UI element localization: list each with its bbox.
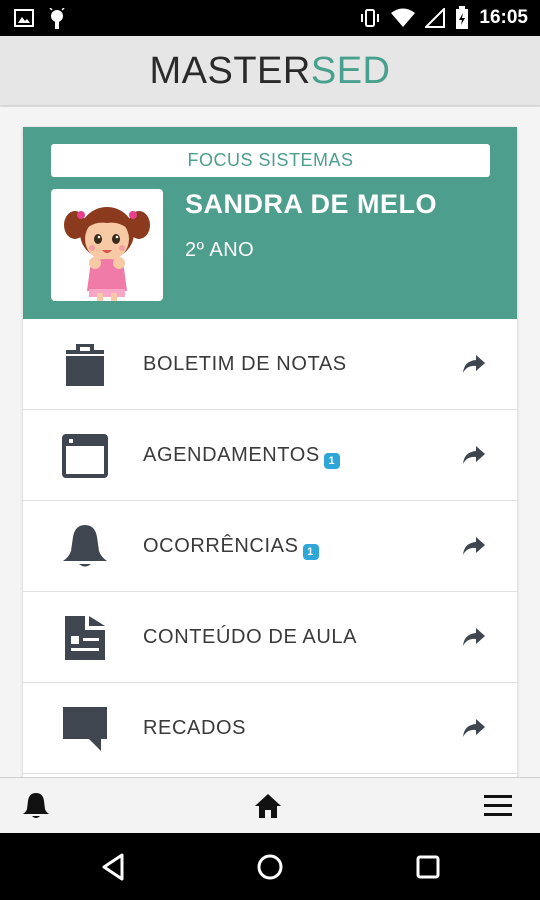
menu-item-label: RECADOS <box>143 683 246 774</box>
app-title-part1: MASTER <box>149 50 311 92</box>
app-title-part2: SED <box>310 50 391 92</box>
bottom-nav <box>0 777 540 833</box>
share-arrow-icon <box>461 717 487 739</box>
signal-icon <box>425 8 446 28</box>
share-arrow-icon <box>461 353 487 375</box>
menu-item-label-text: CONTEÚDO DE AULA <box>143 626 358 648</box>
student-grade: 2º ANO <box>185 239 255 261</box>
home-circle-icon[interactable] <box>254 851 286 883</box>
app-title: MASTERSED <box>0 36 540 106</box>
back-icon[interactable] <box>98 851 130 883</box>
share-arrow-icon <box>461 444 487 466</box>
menu-item-ocorrencias[interactable]: OCORRÊNCIAS 1 <box>23 501 517 592</box>
menu-item-recados[interactable]: RECADOS <box>23 683 517 774</box>
menu-item-label-text: AGENDAMENTOS <box>143 444 320 466</box>
app-header: MASTERSED <box>0 36 540 106</box>
menu-item-label-text: RECADOS <box>143 717 247 739</box>
menu-item-label: BOLETIM DE NOTAS <box>143 319 347 410</box>
battery-icon <box>455 6 469 30</box>
vibrate-icon <box>359 7 381 29</box>
image-icon <box>14 8 34 30</box>
notification-badge: 1 <box>302 543 319 560</box>
menu-item-label: AGENDAMENTOS 1 <box>143 410 340 501</box>
calendar-window-icon <box>61 432 109 480</box>
wifi-icon <box>391 8 416 28</box>
content-area[interactable]: FOCUS SISTEMAS SANDRA DE MELO 2º ANO BOL… <box>0 107 540 777</box>
menu-item-label: OCORRÊNCIAS 1 <box>143 501 319 592</box>
girl-avatar-icon[interactable] <box>51 189 163 301</box>
share-arrow-icon <box>461 626 487 648</box>
bell-icon <box>61 523 109 571</box>
bell-icon[interactable] <box>20 790 52 822</box>
share-arrow-icon <box>461 535 487 557</box>
student-card: FOCUS SISTEMAS SANDRA DE MELO 2º ANO BOL… <box>23 127 517 777</box>
school-name: FOCUS SISTEMAS <box>51 144 490 177</box>
home-icon[interactable] <box>252 790 284 822</box>
menu-item-label-text: BOLETIM DE NOTAS <box>143 353 347 375</box>
menu-item-conteudo[interactable]: CONTEÚDO DE AULA <box>23 592 517 683</box>
notification-badge: 1 <box>323 452 340 469</box>
main-menu: BOLETIM DE NOTAS AGENDAMENTOS 1 OCORRÊNC… <box>23 319 517 774</box>
status-bar: 16:05 <box>0 0 540 36</box>
document-icon <box>61 614 109 662</box>
menu-item-agendamentos[interactable]: AGENDAMENTOS 1 <box>23 410 517 501</box>
android-icon <box>48 8 66 30</box>
system-nav <box>0 833 540 900</box>
clock: 16:05 <box>479 7 528 28</box>
menu-item-label-text: OCORRÊNCIAS <box>143 535 299 557</box>
student-name: SANDRA DE MELO <box>185 189 438 219</box>
menu-item-boletim[interactable]: BOLETIM DE NOTAS <box>23 319 517 410</box>
menu-icon[interactable] <box>482 790 514 822</box>
recents-icon[interactable] <box>412 851 444 883</box>
clipboard-icon <box>61 341 109 389</box>
menu-item-label: CONTEÚDO DE AULA <box>143 592 357 683</box>
profile-header: FOCUS SISTEMAS SANDRA DE MELO 2º ANO <box>23 127 517 319</box>
message-icon <box>61 705 109 753</box>
